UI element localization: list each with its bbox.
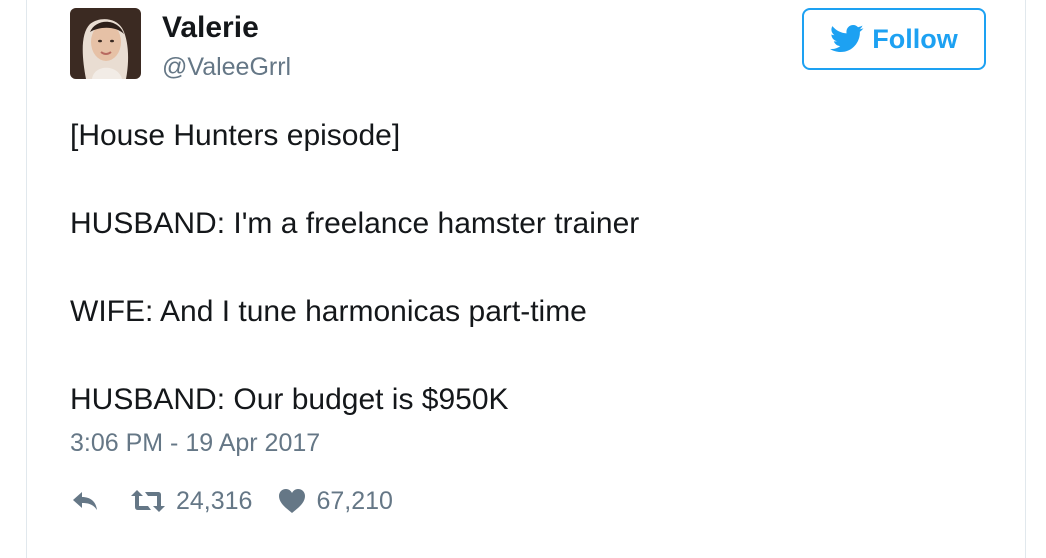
retweet-button[interactable]: 24,316 [130,486,252,516]
tweet-text-line: WIFE: And I tune harmonicas part-time [70,295,587,328]
like-count: 67,210 [316,487,393,515]
tweet-text-line: [House Hunters episode] [70,119,401,152]
tweet-timestamp[interactable]: 3:06 PM - 19 Apr 2017 [70,428,320,458]
user-name[interactable]: Valerie [162,10,259,46]
avatar-image [70,8,141,79]
avatar[interactable] [70,8,141,79]
retweet-icon [131,490,165,512]
tweet-card [26,0,1026,558]
twitter-bird-icon [830,24,864,53]
tweet-text-line: HUSBAND: Our budget is $950K [70,383,509,416]
like-button[interactable]: 67,210 [278,486,393,516]
follow-label: Follow [872,23,958,54]
tweet-actions: 24,316 67,210 [70,486,393,516]
user-handle[interactable]: @ValeeGrrl [162,52,291,82]
tweet-text-line: HUSBAND: I'm a freelance hamster trainer [70,207,640,240]
retweet-count: 24,316 [176,487,253,515]
reply-button[interactable] [70,489,100,513]
follow-button[interactable]: Follow [802,8,986,70]
heart-icon [279,489,306,513]
reply-icon [73,492,97,510]
